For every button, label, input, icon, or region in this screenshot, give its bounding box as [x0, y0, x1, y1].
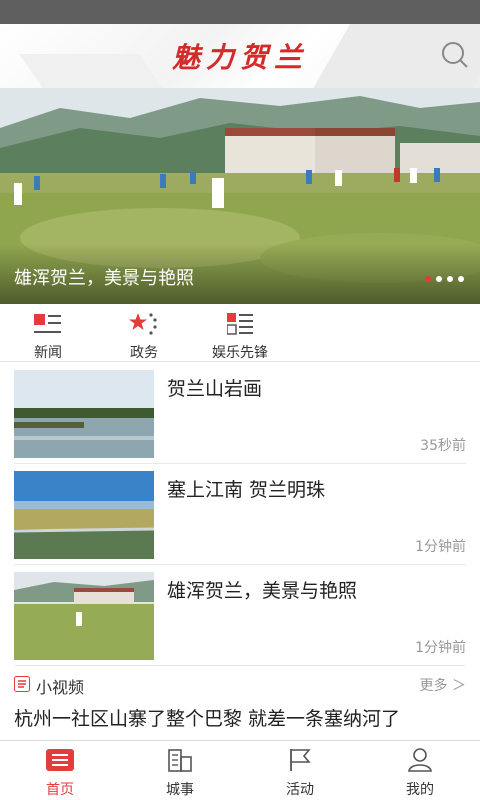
tab-label: 我的 [406, 782, 434, 798]
category-entertainment[interactable]: 娱乐先锋 [200, 312, 280, 362]
bottom-tab-bar: 首页 城事 活动 我的 [0, 740, 480, 800]
news-item[interactable]: 贺兰山岩画 35秒前 [14, 364, 466, 464]
category-news[interactable]: 新闻 [8, 312, 88, 362]
category-label: 政务 [130, 345, 158, 361]
app-header: 魅力贺兰 [0, 24, 480, 88]
more-link[interactable]: 更多 ＞ [420, 675, 466, 695]
user-icon [408, 748, 432, 772]
news-item[interactable]: 塞上江南 贺兰明珠 1分钟前 [14, 465, 466, 565]
status-bar [0, 0, 480, 24]
app-title: 魅力贺兰 [171, 41, 308, 74]
tab-label: 首页 [46, 782, 74, 798]
carousel-dot [458, 276, 464, 282]
city-icon [168, 749, 192, 772]
banner-caption: 雄浑贺兰，美景与艳照 [14, 268, 194, 289]
news-thumbnail [14, 370, 154, 458]
star-icon [129, 313, 157, 335]
tab-profile[interactable]: 我的 [360, 747, 480, 799]
tab-label: 活动 [286, 782, 314, 798]
news-thumbnail [14, 572, 154, 660]
category-label: 娱乐先锋 [212, 345, 268, 361]
carousel-dot [447, 276, 453, 282]
tab-activity[interactable]: 活动 [240, 747, 360, 799]
news-time: 1分钟前 [415, 539, 466, 555]
news-title: 塞上江南 贺兰明珠 [167, 479, 326, 501]
tab-city[interactable]: 城事 [120, 747, 240, 799]
category-nav: 新闻 政务 娱乐先锋 [0, 304, 480, 362]
list-icon [227, 313, 253, 335]
carousel-dot [425, 276, 431, 282]
news-thumbnail [14, 471, 154, 559]
video-title[interactable]: 杭州一社区山寨了整个巴黎 就差一条塞纳河了 [14, 704, 400, 731]
tab-label: 城事 [166, 782, 194, 798]
news-time: 1分钟前 [415, 640, 466, 656]
video-section-header: 小视频 更多 ＞ [14, 672, 466, 698]
search-button[interactable] [440, 40, 470, 70]
carousel-indicator [425, 276, 464, 282]
video-section-label: 小视频 [36, 678, 85, 697]
news-title: 雄浑贺兰，美景与艳照 [167, 580, 358, 602]
tab-home[interactable]: 首页 [0, 747, 120, 799]
category-government[interactable]: 政务 [104, 312, 184, 362]
news-icon [34, 314, 61, 333]
banner-carousel[interactable]: 雄浑贺兰，美景与艳照 [0, 88, 480, 304]
category-label: 新闻 [34, 345, 62, 361]
flag-icon [290, 749, 311, 771]
home-icon [46, 749, 74, 771]
video-icon [14, 676, 30, 692]
carousel-dot [436, 276, 442, 282]
news-time: 35秒前 [420, 438, 466, 454]
news-item[interactable]: 雄浑贺兰，美景与艳照 1分钟前 [14, 566, 466, 666]
news-title: 贺兰山岩画 [167, 378, 263, 400]
search-icon [442, 42, 468, 68]
